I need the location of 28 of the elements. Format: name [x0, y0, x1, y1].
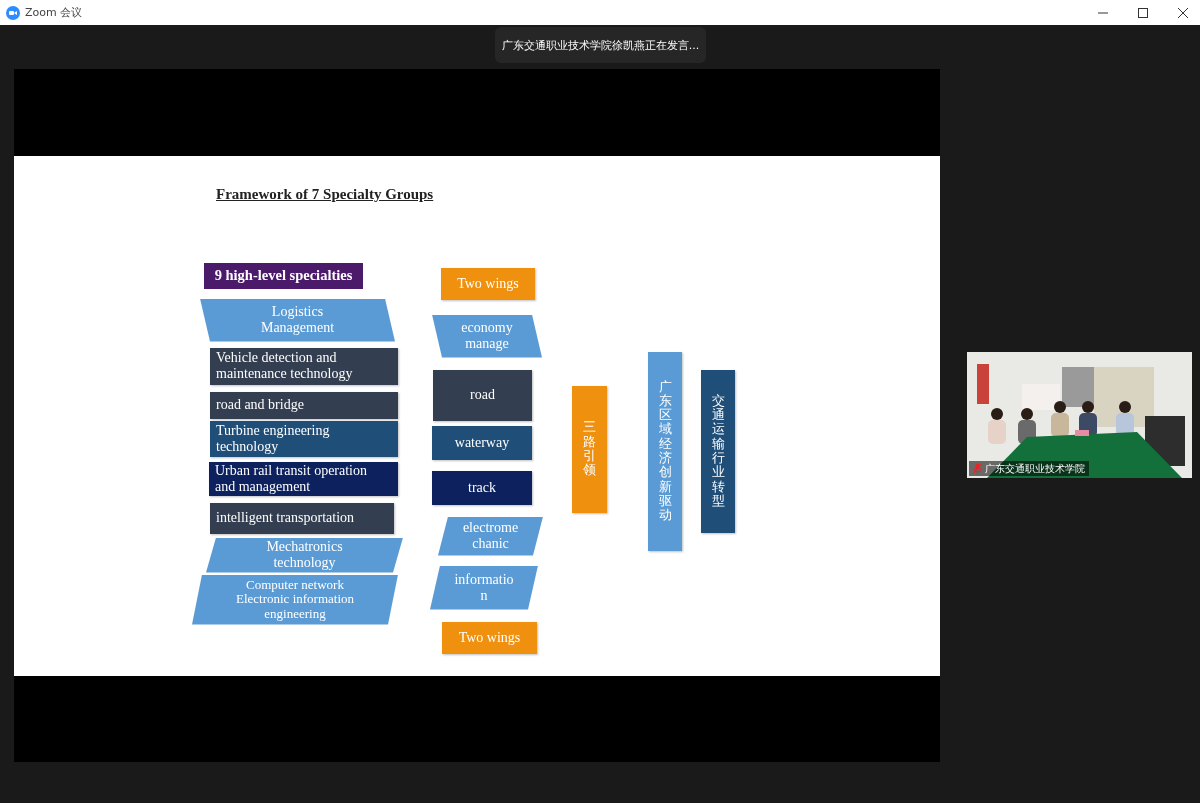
label-box: Two wings [442, 621, 537, 654]
slanted-label: electrome chanic [438, 516, 543, 556]
slanted-label: Mechatronics technology [206, 537, 403, 573]
label-box: Turbine engineering technology [210, 420, 398, 457]
video-thumbnail[interactable]: 广东交通职业技术学院 [967, 352, 1192, 478]
speaker-banner: 广东交通职业技术学院徐凯燕正在发言... [495, 27, 706, 63]
maximize-icon [1138, 7, 1148, 18]
label-box: road [433, 369, 532, 421]
zoom-logo-icon [6, 5, 20, 20]
vertical-label: 广东区域经济创新驱动 [648, 351, 682, 551]
slanted-label: economy manage [432, 314, 542, 358]
label-box: road and bridge [210, 391, 398, 419]
vertical-label: 交通运输行业转型 [701, 369, 735, 533]
slanted-label: Logistics Management [200, 298, 395, 342]
slide-title: Framework of 7 Specialty Groups [216, 185, 434, 203]
vertical-label: 三路引领 [572, 385, 607, 513]
participant-name: 广东交通职业技术学院 [985, 461, 1085, 476]
label-box: track [432, 470, 532, 505]
label-box: Two wings [441, 267, 535, 300]
label-box: Vehicle detection and maintenance technology [210, 347, 398, 385]
label-box: Urban rail transit operation and management [209, 461, 398, 496]
window-title: Zoom 会议 [25, 5, 83, 20]
slanted-label: informatio n [430, 565, 538, 610]
slanted-label: Computer network Electronic information engineering [192, 574, 398, 625]
label-box: waterway [432, 425, 532, 460]
close-icon [1178, 7, 1188, 18]
section-header: 9 high-level specialties [204, 262, 363, 289]
label-box: intelligent transportation [210, 502, 394, 534]
